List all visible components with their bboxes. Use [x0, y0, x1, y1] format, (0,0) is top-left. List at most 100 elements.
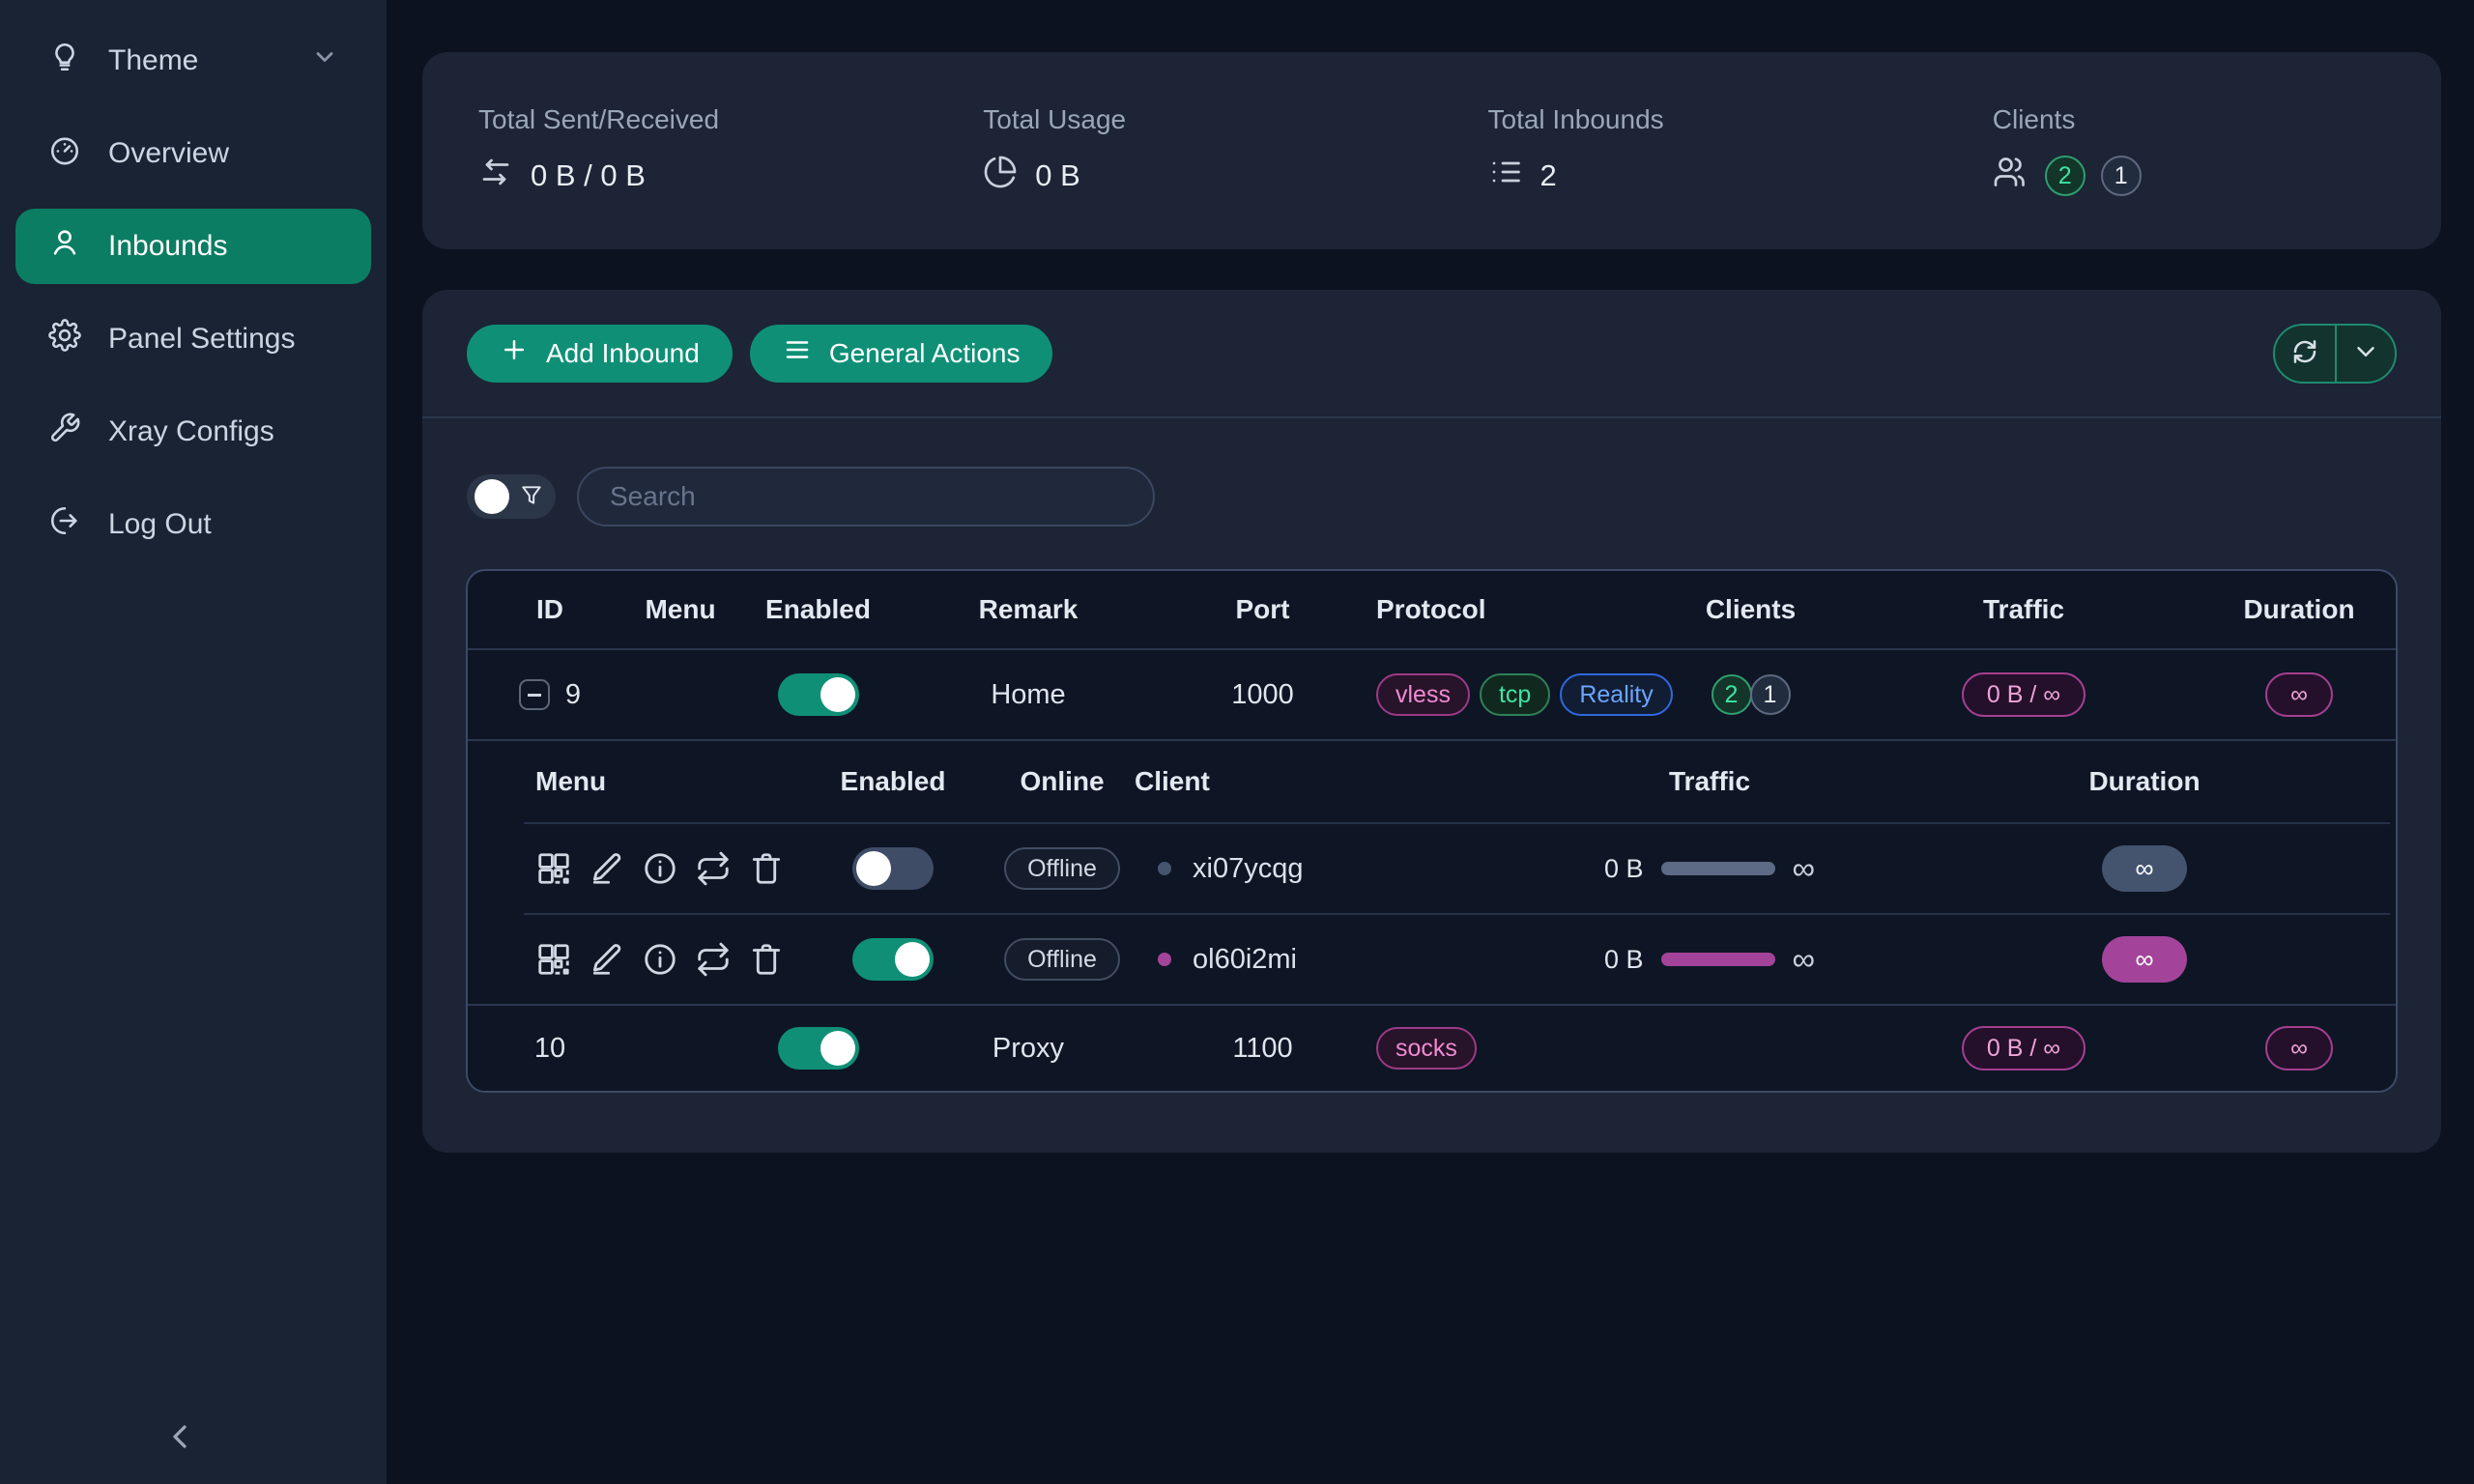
col-header-remark: Remark — [907, 594, 1149, 625]
row-menu-button[interactable] — [667, 681, 694, 708]
team-icon — [1993, 155, 2028, 197]
transfer-icon — [478, 155, 513, 197]
reset-traffic-button[interactable] — [695, 941, 732, 978]
duration-pill: ∞ — [2265, 672, 2333, 717]
traffic-used: 0 B — [1604, 854, 1644, 884]
traffic-cell: 0 B / ∞ — [1845, 672, 2202, 717]
online-status-badge: Offline — [1004, 847, 1120, 890]
client-traffic-cell: 0 B ∞ — [1444, 941, 1975, 978]
inbound-enabled-toggle[interactable] — [778, 1027, 859, 1070]
add-inbound-button[interactable]: Add Inbound — [467, 325, 733, 383]
client-enabled-toggle[interactable] — [852, 847, 934, 890]
info-button[interactable] — [642, 941, 678, 978]
client-online-cell: Offline — [990, 938, 1135, 981]
client-row: Offline ol60i2mi 0 B ∞ ∞ — [468, 915, 2396, 1004]
remark-cell: Proxy — [907, 1033, 1149, 1065]
duration-cell: ∞ — [2202, 672, 2396, 717]
stat-total-usage: Total Usage 0 B — [927, 104, 1431, 197]
col-header-clients: Clients — [1656, 594, 1845, 625]
inbound-enabled-toggle[interactable] — [778, 673, 859, 716]
port-cell: 1000 — [1149, 679, 1376, 711]
edit-button[interactable] — [589, 941, 625, 978]
refresh-button[interactable] — [2275, 326, 2335, 382]
col-header-enabled: Enabled — [729, 594, 907, 625]
client-name-cell: ol60i2mi — [1135, 944, 1444, 976]
clients-disabled-badge: 1 — [1750, 674, 1791, 715]
inbound-id: 10 — [534, 1033, 565, 1065]
stat-clients: Clients 2 1 — [1937, 104, 2441, 197]
online-status-badge: Offline — [1004, 938, 1120, 981]
sidebar-item-inbounds[interactable]: Inbounds — [15, 209, 371, 284]
client-duration-cell: ∞ — [1975, 936, 2314, 983]
protocol-badge: vless — [1376, 673, 1470, 716]
inbounds-table: ID Menu Enabled Remark Port Protocol Cli… — [466, 569, 2398, 1093]
collapse-row-button[interactable] — [519, 679, 550, 710]
edit-button[interactable] — [589, 850, 625, 887]
sidebar-item-logout[interactable]: Log Out — [15, 487, 371, 562]
sidebar: Theme Overview Inbounds Panel Settings — [0, 0, 387, 1484]
sidebar-item-label: Panel Settings — [108, 323, 295, 356]
client-enabled-toggle[interactable] — [852, 938, 934, 981]
refresh-dropdown-button[interactable] — [2335, 326, 2395, 382]
gear-icon — [48, 319, 81, 359]
stat-label: Total Usage — [983, 104, 1431, 135]
enabled-cell — [729, 673, 907, 716]
stat-label: Total Inbounds — [1488, 104, 1937, 135]
inbound-id: 9 — [565, 679, 581, 711]
stats-card: Total Sent/Received 0 B / 0 B Total Usag… — [422, 52, 2441, 249]
logout-icon — [48, 504, 81, 545]
menu-cell — [632, 1035, 729, 1062]
refresh-split-button — [2273, 324, 2397, 384]
client-online-cell: Offline — [990, 847, 1135, 890]
search-row — [422, 418, 2441, 527]
client-enabled-cell — [796, 847, 990, 890]
protocol-badge: tcp — [1480, 673, 1550, 716]
row-menu-button[interactable] — [667, 1035, 694, 1062]
filter-funnel-icon — [519, 483, 544, 511]
toggle-knob — [820, 1031, 855, 1066]
sub-header-traffic: Traffic — [1444, 766, 1975, 797]
sub-header-menu: Menu — [535, 766, 796, 797]
qr-code-button[interactable] — [535, 941, 572, 978]
protocol-cell: socks — [1376, 1027, 1656, 1070]
add-inbound-label: Add Inbound — [546, 338, 700, 369]
col-header-id: ID — [468, 594, 632, 625]
qr-code-button[interactable] — [535, 850, 572, 887]
client-table-header: Menu Enabled Online Client Traffic Durat… — [468, 741, 2396, 822]
sidebar-item-overview[interactable]: Overview — [15, 116, 371, 191]
delete-button[interactable] — [748, 850, 785, 887]
delete-button[interactable] — [748, 941, 785, 978]
client-actions — [535, 850, 796, 887]
chevron-left-icon — [160, 1444, 199, 1459]
sidebar-collapse-button[interactable] — [160, 1417, 199, 1459]
sidebar-item-xray-configs[interactable]: Xray Configs — [15, 394, 371, 470]
clients-online-badge: 2 — [1712, 674, 1752, 715]
search-input[interactable] — [577, 467, 1155, 527]
client-row: Offline xi07ycqg 0 B ∞ ∞ — [468, 824, 2396, 913]
filter-toggle[interactable] — [467, 474, 556, 519]
stat-label: Clients — [1993, 104, 2441, 135]
inbound-row: 9 Home 1000 vless tcp Reality — [468, 650, 2396, 739]
traffic-cap: ∞ — [1793, 850, 1816, 887]
sidebar-item-label: Overview — [108, 137, 229, 170]
stat-value: 0 B — [1035, 158, 1080, 193]
traffic-cell: 0 B / ∞ — [1845, 1026, 2202, 1070]
client-name: ol60i2mi — [1193, 944, 1297, 976]
protocol-cell: vless tcp Reality — [1376, 673, 1656, 716]
info-button[interactable] — [642, 850, 678, 887]
col-header-protocol: Protocol — [1376, 594, 1656, 625]
general-actions-button[interactable]: General Actions — [750, 325, 1053, 383]
reset-traffic-button[interactable] — [695, 850, 732, 887]
sub-header-online: Online — [990, 766, 1135, 797]
duration-badge[interactable]: ∞ — [2102, 936, 2187, 983]
client-name-cell: xi07ycqg — [1135, 853, 1444, 885]
toggle-knob — [820, 677, 855, 712]
plus-icon — [500, 335, 529, 371]
user-icon — [48, 226, 81, 267]
duration-badge[interactable]: ∞ — [2102, 845, 2187, 892]
theme-label: Theme — [108, 44, 198, 77]
traffic-pill: 0 B / ∞ — [1962, 1026, 2086, 1070]
theme-selector[interactable]: Theme — [15, 23, 371, 99]
sidebar-item-panel-settings[interactable]: Panel Settings — [15, 301, 371, 377]
id-cell: 10 — [468, 1033, 632, 1065]
